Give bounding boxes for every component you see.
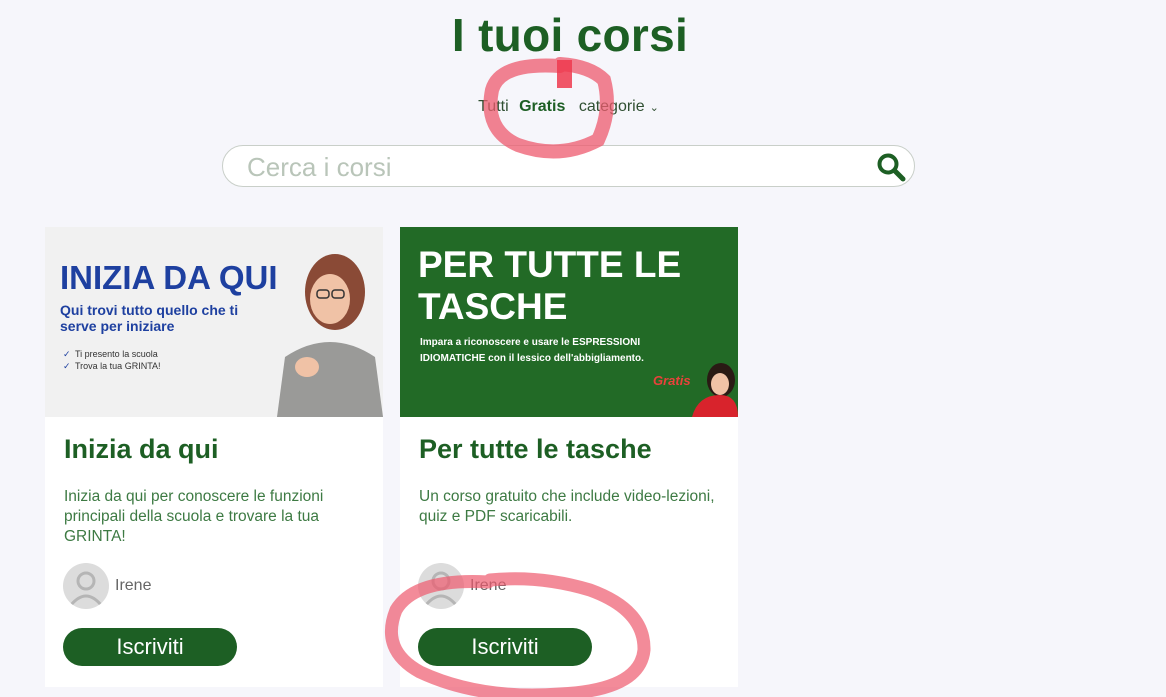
course-title[interactable]: Inizia da qui [64, 434, 219, 465]
image-subline-1: Qui trovi tutto quello che ti [60, 302, 238, 318]
enroll-button[interactable]: Iscriviti [418, 628, 592, 666]
image-subline-1: Impara a riconoscere e usare le ESPRESSI… [420, 337, 640, 348]
check-icon: ✓ [63, 349, 71, 359]
user-icon [69, 571, 103, 606]
image-subline-2: IDIOMATICHE con il lessico dell'abbiglia… [420, 353, 644, 364]
search-input[interactable] [245, 150, 869, 184]
author-name: Irene [115, 577, 152, 594]
person-face [310, 274, 350, 324]
image-headline-1: PER TUTTE LE [418, 244, 681, 285]
course-card[interactable]: PER TUTTE LE TASCHE Impara a riconoscere… [400, 227, 738, 687]
image-headline-2: TASCHE [418, 286, 567, 327]
enroll-button[interactable]: Iscriviti [63, 628, 237, 666]
person-sweater [277, 342, 383, 417]
image-subline-2: serve per iniziare [60, 318, 175, 334]
image-check-2: Trova la tua GRINTA! [75, 361, 161, 371]
filter-categories[interactable]: categorie ⌄ [576, 98, 662, 115]
course-image-inizia-da-qui[interactable]: INIZIA DA QUI Qui trovi tutto quello che… [45, 227, 383, 417]
check-icon: ✓ [63, 361, 71, 371]
course-filters: Tutti Gratis categorie ⌄ [0, 98, 1140, 116]
course-title[interactable]: Per tutte le tasche [419, 434, 652, 465]
filter-free[interactable]: Gratis [519, 98, 565, 115]
image-headline: INIZIA DA QUI [60, 259, 278, 296]
avatar [418, 563, 464, 609]
search-icon[interactable] [876, 152, 906, 182]
chevron-down-icon: ⌄ [649, 102, 659, 114]
course-card[interactable]: INIZIA DA QUI Qui trovi tutto quello che… [45, 227, 383, 687]
search-bar [222, 145, 915, 187]
page-title: I tuoi corsi [451, 9, 689, 61]
course-description: Un corso gratuito che include video-lezi… [419, 488, 715, 525]
course-image-per-tutte-le-tasche[interactable]: PER TUTTE LE TASCHE Impara a riconoscere… [400, 227, 738, 417]
author-name: Irene [470, 577, 507, 594]
filter-all[interactable]: Tutti [478, 98, 509, 115]
image-check-1: Ti presento la scuola [75, 349, 158, 359]
filter-categories-label: categorie [578, 98, 645, 115]
user-icon [424, 571, 458, 606]
person-face [711, 373, 729, 395]
image-badge: Gratis [653, 373, 691, 388]
avatar [63, 563, 109, 609]
course-description: Inizia da qui per conoscere le funzioni … [64, 488, 324, 545]
highlight-mark [557, 60, 572, 88]
